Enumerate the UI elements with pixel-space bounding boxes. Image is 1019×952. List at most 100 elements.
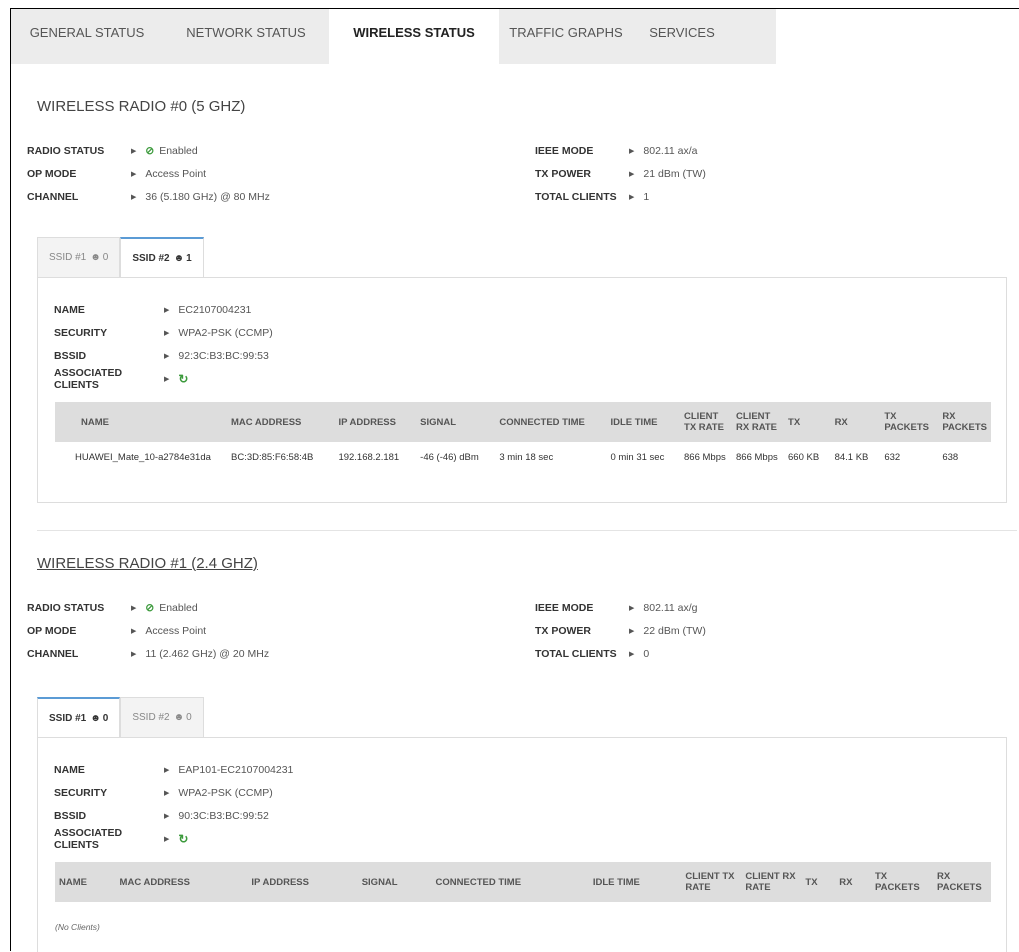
tab-ssid-2[interactable]: SSID #2 ☻ 0	[120, 697, 204, 737]
col-mac: MAC ADDRESS	[227, 402, 335, 442]
client-rx-packets: 638	[942, 452, 959, 463]
col-name: NAME	[55, 862, 116, 902]
radio0-info-left: RADIO STATUS ▶ ⊘ Enabled OP MODE ▶ Access Poi…	[27, 139, 270, 208]
client-tx-packets: 632	[884, 452, 901, 463]
label-tx-power: TX POWER	[535, 167, 592, 180]
col-mac: MAC ADDRESS	[115, 862, 248, 902]
ssid-tab-label: SSID #1	[49, 252, 87, 263]
radio1-title[interactable]: WIRELESS RADIO #1 (2.4 GHZ)	[37, 555, 258, 572]
label-security: SECURITY	[54, 786, 108, 799]
label-bssid: BSSID	[54, 349, 87, 362]
radio0-total-clients-value: 1	[643, 190, 650, 203]
radio0-tx-power-value: 21 dBm (TW)	[643, 167, 706, 180]
radio1-channel-value: 11 (2.462 GHz) @ 20 MHz	[145, 647, 270, 660]
col-client-rx-rate: CLIENT RX RATE	[732, 402, 785, 442]
label-ieee-mode: IEEE MODE	[535, 144, 594, 157]
client-tx-rate: 866 Mbps	[684, 452, 726, 463]
col-tx: TX	[801, 862, 836, 902]
top-nav: GENERAL STATUS NETWORK STATUS WIRELESS S…	[11, 9, 776, 64]
radio1-security-value: WPA2-PSK (CCMP)	[178, 786, 273, 799]
label-total-clients: TOTAL CLIENTS	[535, 647, 617, 660]
radio1-bssid-value: 90:3C:B3:BC:99:52	[178, 809, 269, 822]
user-icon: ☻	[90, 252, 101, 263]
user-icon: ☻	[173, 253, 185, 264]
client-rx-rate: 866 Mbps	[736, 452, 778, 463]
tab-general-status[interactable]: GENERAL STATUS	[11, 9, 163, 64]
radio1-status-value: Enabled	[159, 601, 198, 614]
radio0-ssid-panel: NAME ▶ EC2107004231 SECURITY ▶ WPA2-PSK (CCM…	[37, 277, 1007, 503]
label-op-mode: OP MODE	[27, 167, 77, 180]
col-client-tx-rate: CLIENT TX RATE	[680, 402, 733, 442]
radio0-status-value: Enabled	[159, 144, 198, 157]
label-associated-clients: ASSOCIATED CLIENTS	[54, 826, 123, 851]
radio0-op-mode-value: Access Point	[145, 167, 207, 180]
ssid-client-count: 0	[102, 713, 109, 724]
col-rx: RX	[830, 402, 881, 442]
label-op-mode: OP MODE	[27, 624, 77, 637]
radio1-clients-table: NAME MAC ADDRESS IP ADDRESS SIGNAL CONNE…	[55, 862, 991, 902]
arrow-icon: ▶	[164, 329, 170, 337]
radio1-op-mode-value: Access Point	[145, 624, 207, 637]
arrow-icon: ▶	[629, 604, 635, 612]
label-security: SECURITY	[54, 326, 108, 339]
ssid-client-count: 0	[102, 252, 109, 263]
client-rx: 84.1 KB	[834, 452, 869, 463]
col-ip: IP ADDRESS	[247, 862, 358, 902]
col-rx-packets: RX PACKETS	[933, 862, 991, 902]
arrow-icon: ▶	[629, 170, 635, 178]
tab-services[interactable]: SERVICES	[633, 9, 731, 64]
radio0-title: WIRELESS RADIO #0 (5 GHZ)	[37, 98, 246, 115]
col-rx-packets: RX PACKETS	[938, 402, 991, 442]
arrow-icon: ▶	[131, 604, 137, 612]
client-name: HUAWEI_Mate_10-a2784e31da	[75, 452, 211, 463]
client-signal: -46 (-46) dBm	[420, 452, 479, 463]
radio1-total-clients-value: 0	[643, 647, 650, 660]
arrow-icon: ▶	[164, 352, 170, 360]
check-icon: ⊘	[145, 144, 155, 157]
col-signal: SIGNAL	[357, 862, 432, 902]
tab-network-status[interactable]: NETWORK STATUS	[163, 9, 329, 64]
arrow-icon: ▶	[629, 147, 635, 155]
radio0-info-right: IEEE MODE ▶ 802.11 ax/a TX POWER ▶ 21 dBm (T…	[535, 139, 706, 208]
status-page: GENERAL STATUS NETWORK STATUS WIRELESS S…	[10, 8, 1019, 952]
col-idle-time: IDLE TIME	[588, 862, 682, 902]
radio0-security-value: WPA2-PSK (CCMP)	[178, 326, 273, 339]
label-associated-clients: ASSOCIATED CLIENTS	[54, 366, 123, 391]
col-connected-time: CONNECTED TIME	[495, 402, 607, 442]
client-idle-time: 0 min 31 sec	[610, 452, 665, 463]
user-icon: ☻	[173, 712, 185, 723]
section-divider	[37, 530, 1017, 531]
refresh-icon[interactable]: ↻	[178, 372, 188, 386]
col-tx-packets: TX PACKETS	[871, 862, 933, 902]
client-tx: 660 KB	[788, 452, 820, 463]
arrow-icon: ▶	[164, 306, 170, 314]
label-ssid-name: NAME	[54, 303, 85, 316]
radio1-info-right: IEEE MODE ▶ 802.11 ax/g TX POWER ▶ 22 dBm (T…	[535, 596, 706, 665]
ssid-client-count: 1	[186, 253, 192, 264]
col-connected-time: CONNECTED TIME	[431, 862, 589, 902]
arrow-icon: ▶	[131, 170, 137, 178]
no-clients-text: (No Clients)	[55, 922, 100, 932]
radio1-ssid-panel: NAME ▶ EAP101-EC2107004231 SECURITY ▶ WPA2-P…	[37, 737, 1007, 952]
col-tx: TX	[784, 402, 831, 442]
arrow-icon: ▶	[164, 789, 170, 797]
tab-ssid-1[interactable]: SSID #1 ☻ 0	[37, 697, 121, 737]
tab-wireless-status[interactable]: WIRELESS STATUS	[329, 9, 499, 64]
arrow-icon: ▶	[164, 835, 170, 843]
label-radio-status: RADIO STATUS	[27, 144, 105, 157]
tab-traffic-graphs[interactable]: TRAFFIC GRAPHS	[499, 9, 633, 64]
client-mac: BC:3D:85:F6:58:4B	[231, 452, 314, 463]
radio0-clients-table: NAME MAC ADDRESS IP ADDRESS SIGNAL CONNE…	[55, 402, 991, 473]
arrow-icon: ▶	[164, 375, 170, 383]
refresh-icon[interactable]: ↻	[178, 832, 188, 846]
tab-ssid-2[interactable]: SSID #2 ☻ 1	[120, 237, 204, 277]
arrow-icon: ▶	[629, 627, 635, 635]
ssid-tab-label: SSID #2	[132, 712, 170, 723]
col-idle-time: IDLE TIME	[606, 402, 681, 442]
label-channel: CHANNEL	[27, 190, 79, 203]
radio1-ssid-info: NAME ▶ EAP101-EC2107004231 SECURITY ▶ WPA2-P…	[54, 758, 293, 851]
tab-ssid-1[interactable]: SSID #1 ☻ 0	[37, 237, 121, 277]
label-ieee-mode: IEEE MODE	[535, 601, 594, 614]
radio1-ssid-tabs: SSID #1 ☻ 0 SSID #2 ☻ 0	[37, 697, 204, 737]
ssid-tab-label: SSID #1	[49, 713, 87, 724]
